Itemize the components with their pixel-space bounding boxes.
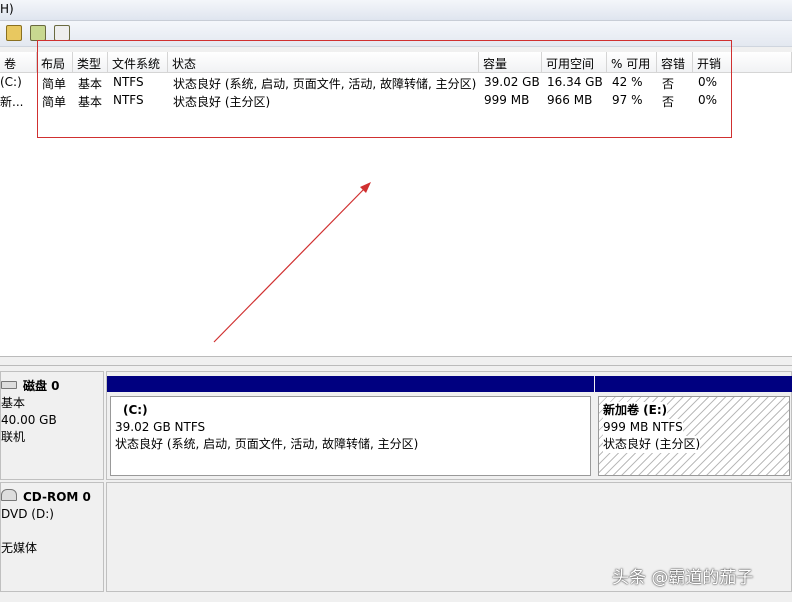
watermark: 头条 @霸道的茄子 — [612, 568, 754, 588]
annotation-arrow — [213, 182, 371, 343]
